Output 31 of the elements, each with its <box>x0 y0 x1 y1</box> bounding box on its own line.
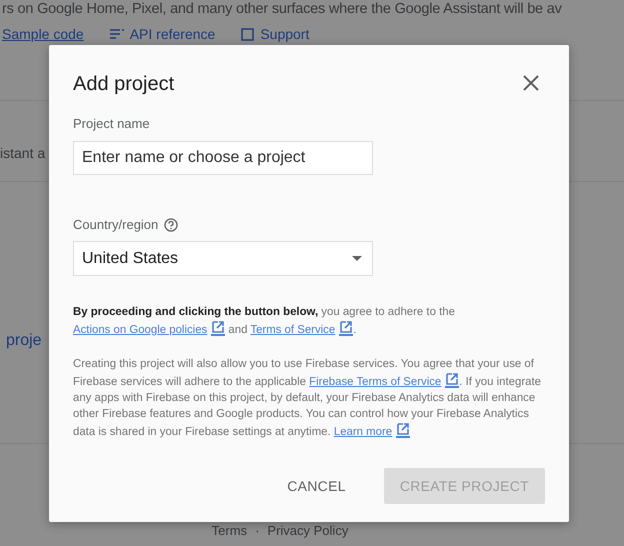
doc-link[interactable]: API reference <box>110 26 216 42</box>
close-icon <box>521 72 541 92</box>
link[interactable]: Actions on Google policies <box>73 324 208 336</box>
legal-text: Creating this project will also allow you to use Firebase services. You agree that your use of Firebase services will adhere to the applicable Firebase Terms of Service . If you integrate any apps with Firebase on this project, by default, your Firebase Analytics data will enhance other Firebase features and Google products. You can control how your Firebase Analytics data is shared in your Firebase settings at anytime. Learn more <box>73 357 542 440</box>
square-icon <box>241 28 254 40</box>
section-text: istant a <box>0 144 46 162</box>
external-link-icon <box>445 372 460 388</box>
doc-link[interactable]: Sample code <box>2 26 84 42</box>
external-link-icon <box>211 320 226 336</box>
close-button[interactable] <box>521 72 541 92</box>
field-label: Country/region <box>73 217 158 232</box>
dialog-title: Add project <box>73 73 174 96</box>
dropdown-arrow-icon <box>352 256 362 261</box>
external-link-icon <box>396 422 410 438</box>
list-icon <box>110 28 124 40</box>
link[interactable]: Terms of Service <box>250 324 336 336</box>
project-link[interactable]: proje <box>6 332 42 350</box>
legal-text: By proceeding and clicking the button below, you agree to adhere to the Actions on Google policies and Terms of Service . <box>73 305 456 338</box>
country-dropdown[interactable]: United States <box>73 241 373 276</box>
external-link-icon <box>339 320 354 336</box>
cancel-button[interactable]: CANCEL <box>271 468 362 504</box>
separator: · <box>255 523 260 538</box>
field-label: Project name <box>73 116 151 131</box>
footer-link[interactable]: Privacy Policy <box>267 523 348 538</box>
doc-link[interactable]: Support <box>241 26 310 42</box>
footer-link[interactable]: Terms <box>212 523 248 538</box>
project-name-field[interactable]: Enter name or choose a project <box>73 141 373 175</box>
link[interactable]: Firebase Terms of Service <box>309 376 442 388</box>
help-icon[interactable] <box>164 218 178 232</box>
link[interactable]: Learn more <box>334 426 392 438</box>
intro-text: rs on Google Home, Pixel, and many other surfaces where the Google Assistant will be av <box>1 0 562 18</box>
